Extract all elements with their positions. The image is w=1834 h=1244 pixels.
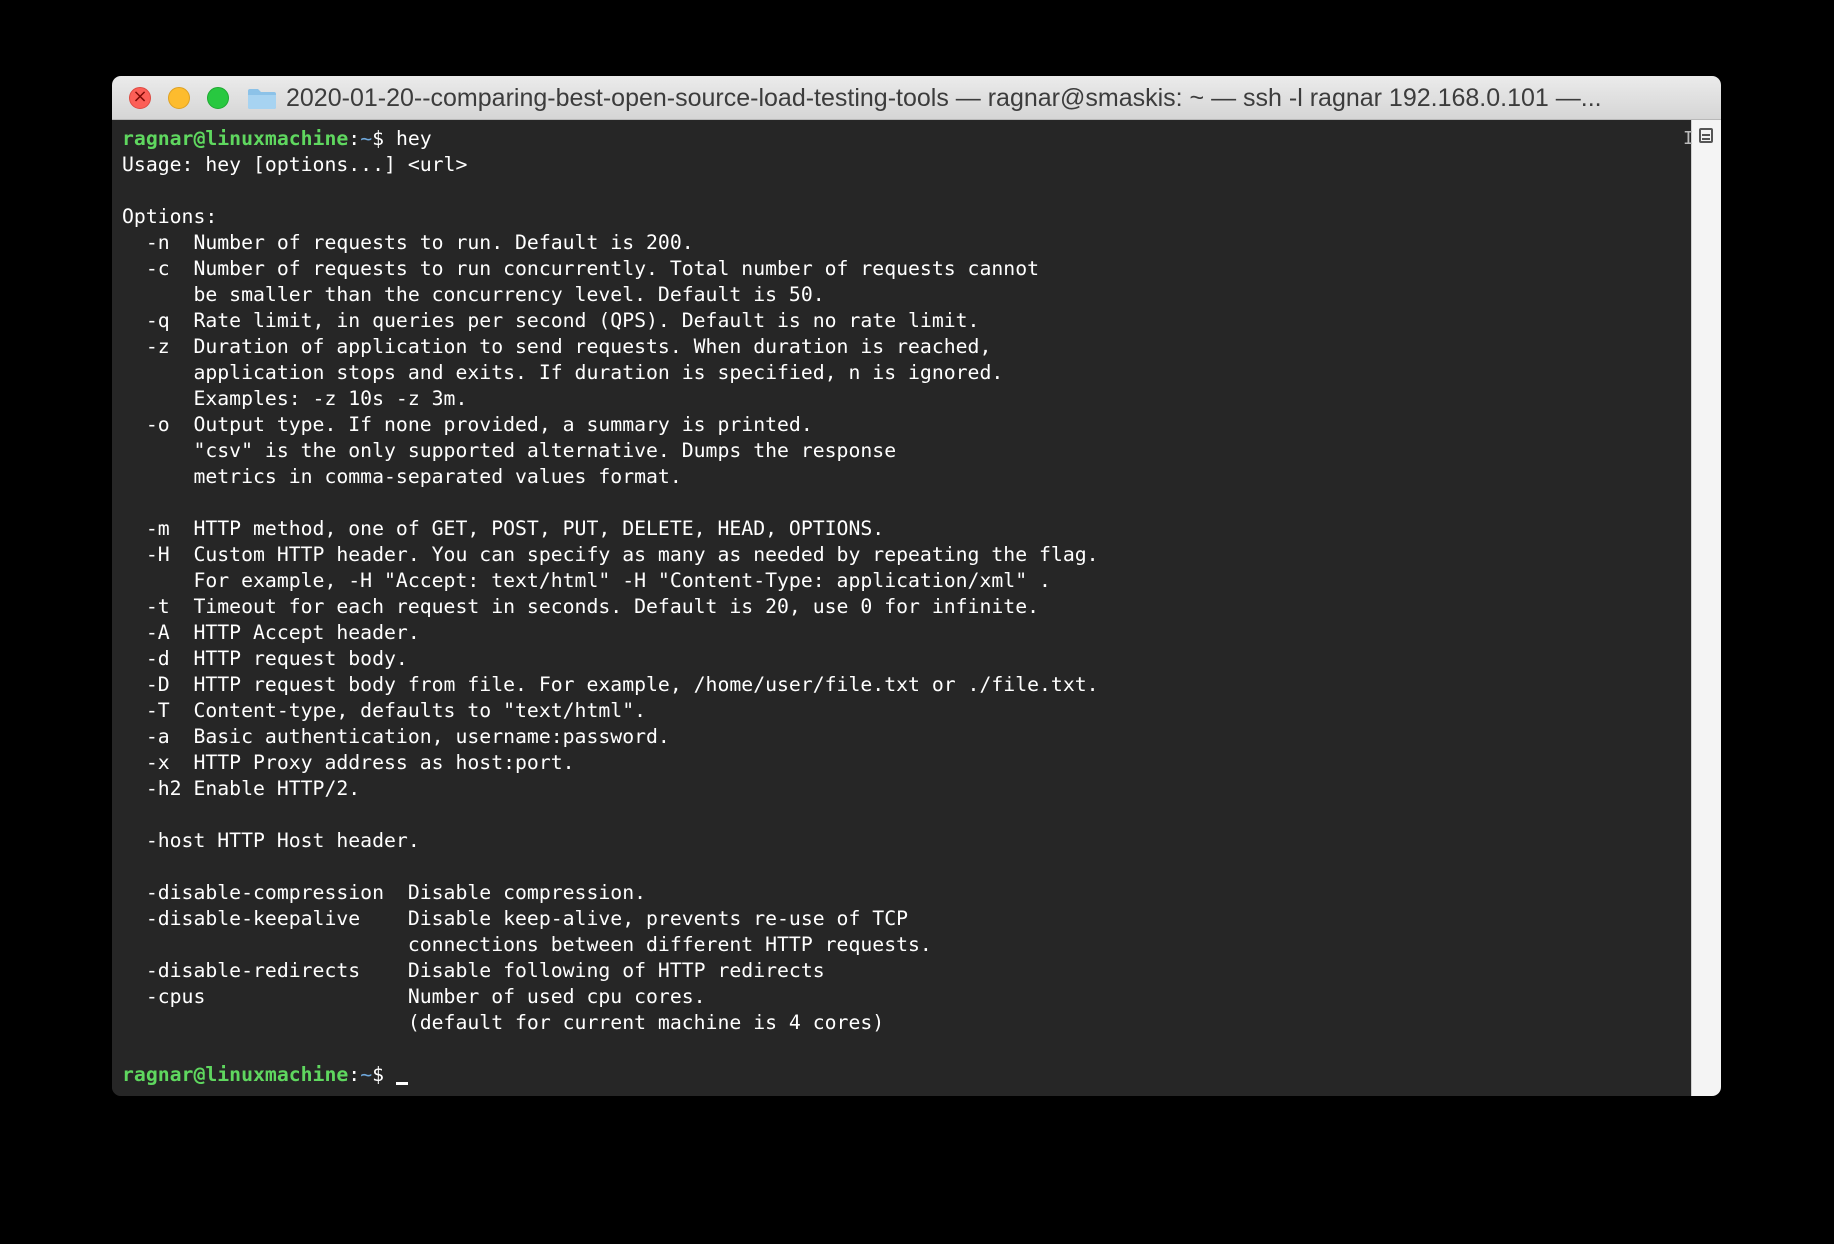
output-line: metrics in comma-separated values format… xyxy=(122,465,682,488)
zoom-icon[interactable] xyxy=(207,87,229,109)
current-prompt-line[interactable]: ragnar@linuxmachine:~$ xyxy=(122,1062,1099,1088)
output-line: -d HTTP request body. xyxy=(122,647,408,670)
final-prompt-path: ~ xyxy=(360,1063,373,1086)
title-bar[interactable]: 2020-01-20--comparing-best-open-source-l… xyxy=(112,76,1721,120)
output-line: For example, -H "Accept: text/html" -H "… xyxy=(122,569,1051,592)
final-prompt-user-host: ragnar@linuxmachine xyxy=(122,1063,349,1086)
terminal-window: 2020-01-20--comparing-best-open-source-l… xyxy=(112,76,1721,1096)
output-line: -T Content-type, defaults to "text/html"… xyxy=(122,699,647,722)
output-line: -a Basic authentication, username:passwo… xyxy=(122,725,670,748)
output-line: -m HTTP method, one of GET, POST, PUT, D… xyxy=(122,517,885,540)
output-line: "csv" is the only supported alternative.… xyxy=(122,439,897,462)
output-line: (default for current machine is 4 cores) xyxy=(122,1011,885,1034)
output-line: -D HTTP request body from file. For exam… xyxy=(122,673,1099,696)
prompt-symbol: $ xyxy=(372,127,385,150)
scrollbar[interactable]: I xyxy=(1683,120,1721,1096)
split-pane-icon[interactable] xyxy=(1699,128,1713,143)
output-line: -A HTTP Accept header. xyxy=(122,621,420,644)
output-line: -disable-keepalive Disable keep-alive, p… xyxy=(122,907,909,930)
output-line: -H Custom HTTP header. You can specify a… xyxy=(122,543,1099,566)
output-line: -q Rate limit, in queries per second (QP… xyxy=(122,309,980,332)
output-line: Options: xyxy=(122,205,218,228)
output-line: Examples: -z 10s -z 3m. xyxy=(122,387,468,410)
terminal-output: ragnar@linuxmachine:~$ hey Usage: hey [op… xyxy=(122,126,1099,1088)
output-line: -c Number of requests to run concurrentl… xyxy=(122,257,1040,280)
output-line: -disable-redirects Disable following of … xyxy=(122,959,825,982)
prompt-user-host: ragnar@linuxmachine xyxy=(122,127,349,150)
output-line: -host HTTP Host header. xyxy=(122,829,420,852)
output-line: -o Output type. If none provided, a summ… xyxy=(122,413,813,436)
output-line: -h2 Enable HTTP/2. xyxy=(122,777,361,800)
output-line: -z Duration of application to send reque… xyxy=(122,335,992,358)
ibeam-cursor-icon: I xyxy=(1683,128,1694,149)
final-prompt-symbol: $ xyxy=(372,1063,396,1086)
output-line: -t Timeout for each request in seconds. … xyxy=(122,595,1040,618)
command-text: hey xyxy=(384,127,432,150)
command-line: ragnar@linuxmachine:~$ hey xyxy=(122,127,432,150)
window-title: 2020-01-20--comparing-best-open-source-l… xyxy=(286,84,1602,112)
output-line: Usage: hey [options...] <url> xyxy=(122,153,468,176)
close-icon[interactable] xyxy=(129,86,151,109)
output-line: -n Number of requests to run. Default is… xyxy=(122,231,694,254)
text-cursor xyxy=(395,1082,408,1085)
output-line: -x HTTP Proxy address as host:port. xyxy=(122,751,575,774)
output-line: application stops and exits. If duration… xyxy=(122,361,1004,384)
output-line: -disable-compression Disable compression… xyxy=(122,881,647,904)
help-output: Usage: hey [options...] <url> Options: -n… xyxy=(122,152,1099,1062)
folder-icon xyxy=(248,89,276,109)
output-line: connections between different HTTP reque… xyxy=(122,933,932,956)
output-line: -cpus Number of used cpu cores. xyxy=(122,985,706,1008)
prompt-path: ~ xyxy=(360,127,373,150)
terminal-content[interactable]: ragnar@linuxmachine:~$ hey Usage: hey [op… xyxy=(112,120,1692,1096)
output-line: be smaller than the concurrency level. D… xyxy=(122,283,825,306)
minimize-icon[interactable] xyxy=(168,87,190,109)
